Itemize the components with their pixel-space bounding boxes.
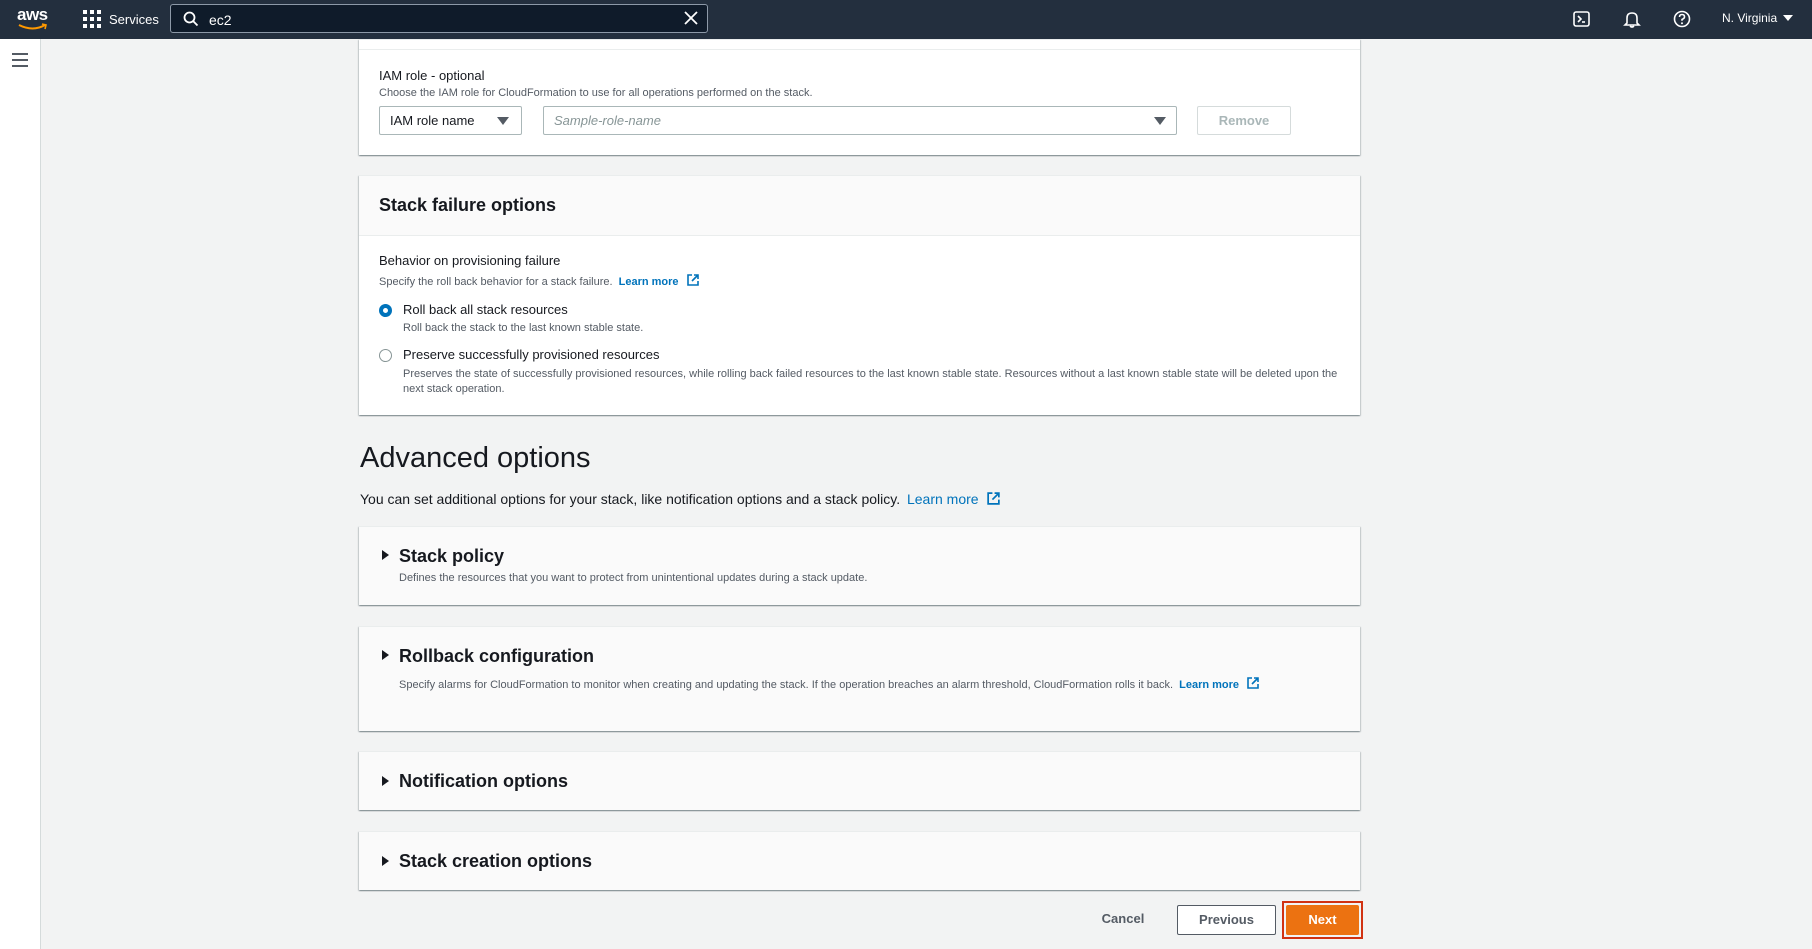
notification-options-title: Notification options [399,771,568,791]
help-icon[interactable] [1672,9,1692,29]
permissions-panel: IAM role - optional Choose the IAM role … [359,39,1360,155]
clear-search-icon[interactable] [683,10,699,26]
stack-failure-options-panel: Stack failure options Behavior on provis… [359,175,1360,415]
preserve-resources-radio[interactable] [379,349,392,362]
rollback-configuration-title: Rollback configuration [399,646,595,666]
iam-role-name-select[interactable]: Sample-role-name [543,106,1177,135]
menu-hamburger-icon[interactable] [12,53,28,67]
rollback-configuration-expander[interactable]: Rollback configuration Specify alarms fo… [359,626,1360,731]
caret-down-icon [497,117,509,125]
iam-role-type-select[interactable]: IAM role name [379,106,522,135]
external-link-icon [987,492,1001,505]
aws-logo-text: aws [17,5,48,24]
stack-failure-options-title: Stack failure options [379,195,557,215]
advanced-options-heading: Advanced options [360,442,591,474]
aws-logo[interactable]: aws [17,5,51,33]
cloudshell-icon[interactable] [1572,9,1592,29]
search-icon [183,11,199,27]
advanced-learn-more-link[interactable]: Learn more [907,491,979,507]
previous-button[interactable]: Previous [1177,905,1276,935]
stack-creation-options-expander[interactable]: Stack creation options [359,831,1360,890]
services-label: Services [109,11,159,27]
global-search-box [170,4,708,33]
advanced-options-intro: You can set additional options for your … [360,491,1001,507]
rollback-configuration-description: Specify alarms for CloudFormation to mon… [399,676,1319,693]
learn-more-link[interactable]: Learn more [619,276,679,288]
roll-back-all-description: Roll back the stack to the last known st… [403,322,644,334]
side-navigation [0,39,41,949]
roll-back-all-label: Roll back all stack resources [403,302,568,317]
region-selector[interactable]: N. Virginia [1722,11,1794,25]
top-navigation-bar: aws Services N. Vi [0,0,1812,39]
search-input[interactable] [207,9,651,31]
stack-policy-title: Stack policy [399,546,505,566]
notifications-bell-icon[interactable] [1622,9,1642,29]
caret-right-icon [382,650,389,660]
iam-role-name-placeholder: Sample-role-name [554,113,661,128]
stack-policy-description: Defines the resources that you want to p… [399,572,868,584]
preserve-resources-label: Preserve successfully provisioned resour… [403,347,660,362]
behavior-description-text: Specify the roll back behavior for a sta… [379,276,613,288]
iam-role-description: Choose the IAM role for CloudFormation t… [379,87,813,99]
external-link-icon [686,274,699,286]
iam-role-label: IAM role - optional [379,68,485,83]
panel-divider [359,235,1360,236]
behavior-on-failure-description: Specify the roll back behavior for a sta… [379,273,700,288]
region-label: N. Virginia [1722,11,1778,25]
iam-role-type-value: IAM role name [390,113,475,128]
caret-right-icon [382,550,389,560]
notification-options-expander[interactable]: Notification options [359,751,1360,810]
preserve-resources-description: Preserves the state of successfully prov… [403,368,1338,395]
panel-divider [359,49,1360,50]
cancel-button[interactable]: Cancel [1088,905,1158,935]
stack-policy-expander[interactable]: Stack policy Defines the resources that … [359,526,1360,605]
rollback-description-text: Specify alarms for CloudFormation to mon… [399,679,1174,691]
external-link-icon [1247,677,1259,689]
rollback-learn-more-link[interactable]: Learn more [1179,679,1239,691]
advanced-intro-text: You can set additional options for your … [360,491,901,507]
caret-right-icon [382,856,389,866]
aws-smile-icon [18,23,47,30]
caret-down-icon [1783,15,1794,21]
services-menu-button[interactable]: Services [83,8,159,30]
stack-creation-options-title: Stack creation options [399,851,593,871]
grid-icon [83,10,101,28]
behavior-on-failure-label: Behavior on provisioning failure [379,253,561,268]
next-button[interactable]: Next [1286,905,1359,935]
roll-back-all-radio[interactable] [379,304,392,317]
caret-down-icon [1154,117,1166,125]
remove-iam-role-button[interactable]: Remove [1197,106,1291,135]
caret-right-icon [382,776,389,786]
